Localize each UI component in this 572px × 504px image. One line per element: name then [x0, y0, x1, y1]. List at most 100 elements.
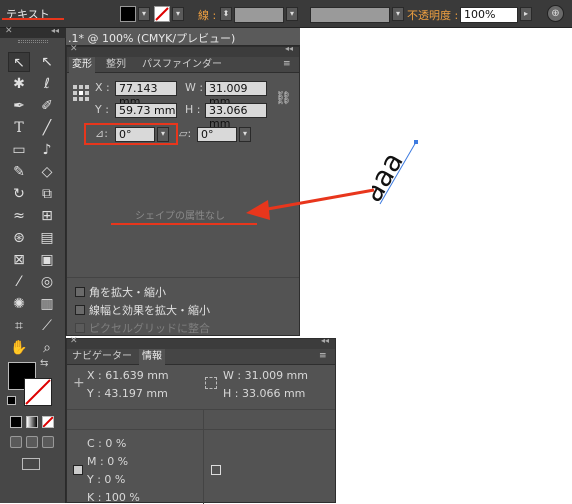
h-label: H :: [185, 103, 201, 116]
column-graph-tool-icon[interactable]: ▥: [36, 294, 58, 314]
direct-selection-tool-icon[interactable]: ↖: [36, 52, 58, 72]
artboard-tool-icon[interactable]: ⌗: [8, 316, 30, 336]
selection-tool-icon[interactable]: ↖: [8, 52, 30, 72]
annotation-arrow: [246, 188, 375, 220]
divider: [67, 429, 335, 430]
scale-corners-checkbox[interactable]: [75, 287, 85, 297]
shear-dropdown[interactable]: ▾: [239, 127, 251, 142]
canvas-text-object[interactable]: aaa: [355, 138, 442, 208]
curvature-tool-icon[interactable]: ✐: [36, 96, 58, 116]
stroke-weight-dropdown[interactable]: ▾: [286, 7, 298, 21]
info-x-value: X : 61.639 mm: [87, 369, 169, 382]
color-mode-icon[interactable]: [10, 416, 22, 428]
blob-brush-tool-icon[interactable]: ✎: [8, 162, 30, 182]
stroke-weight-stepper[interactable]: ⬍: [220, 7, 232, 21]
divider: [67, 277, 299, 278]
x-field[interactable]: 77.143 mm: [115, 81, 177, 108]
width-tool-icon[interactable]: ≈: [8, 206, 30, 226]
perspective-grid-tool-icon[interactable]: ▤: [36, 228, 58, 248]
scale-strokes-checkbox[interactable]: [75, 305, 85, 315]
grip-icon[interactable]: [18, 40, 48, 43]
eyedropper-tool-icon[interactable]: ⁄: [8, 272, 30, 292]
fill-color-swatch-icon: [73, 465, 83, 475]
none-mode-icon[interactable]: [42, 416, 54, 428]
collapse-icon[interactable]: ◂◂: [321, 336, 329, 345]
arrow-shaft: [261, 188, 375, 212]
shape-builder-tool-icon[interactable]: ⊛: [8, 228, 30, 248]
transform-panel-header: ✕ ◂◂: [67, 44, 299, 57]
info-yellow-value: Y : 0 %: [87, 473, 126, 486]
symbol-sprayer-tool-icon[interactable]: ✺: [8, 294, 30, 314]
no-shape-properties-text: シェイプの属性なし: [135, 211, 225, 222]
magic-wand-tool-icon[interactable]: ✱: [8, 74, 30, 94]
tab-navigator[interactable]: ナビゲーター: [69, 349, 135, 365]
opacity-dropdown[interactable]: ▸: [520, 7, 532, 21]
info-panel-tabs: ナビゲーター 情報 ≡: [67, 349, 335, 365]
divider: [67, 409, 335, 410]
x-label: X :: [95, 81, 110, 94]
close-icon[interactable]: ✕: [5, 26, 13, 36]
variable-width-dropdown[interactable]: ▾: [392, 7, 404, 21]
paintbrush-tool-icon[interactable]: ♪: [36, 140, 58, 160]
free-transform-tool-icon[interactable]: ⊞: [36, 206, 58, 226]
stroke-weight-field[interactable]: [234, 7, 284, 23]
stroke-color-box[interactable]: [24, 378, 52, 406]
pen-tool-icon[interactable]: ✒: [8, 96, 30, 116]
stroke-color-swatch-icon: [211, 465, 221, 475]
rectangle-tool-icon[interactable]: ▭: [8, 140, 30, 160]
no-shape-underline-annotation: [111, 223, 257, 225]
tab-info[interactable]: 情報: [139, 349, 165, 365]
gradient-tool-icon[interactable]: ▣: [36, 250, 58, 270]
tab-align[interactable]: 整列: [103, 57, 129, 73]
fill-swatch[interactable]: [120, 6, 136, 22]
zoom-tool-icon[interactable]: ⌕: [36, 338, 58, 358]
rotate-field[interactable]: 0°: [115, 127, 155, 142]
fill-dropdown[interactable]: ▾: [138, 7, 150, 21]
w-field[interactable]: 31.009 mm: [205, 81, 267, 108]
scale-tool-icon[interactable]: ⧉: [36, 184, 58, 204]
opacity-field[interactable]: 100%: [460, 7, 518, 23]
slice-tool-icon[interactable]: ⟋: [36, 316, 58, 336]
rotate-tool-icon[interactable]: ↻: [8, 184, 30, 204]
eraser-tool-icon[interactable]: ◇: [36, 162, 58, 182]
y-field[interactable]: 59.73 mm: [115, 103, 177, 118]
draw-behind-icon[interactable]: [26, 436, 38, 448]
line-segment-tool-icon[interactable]: ╱: [36, 118, 58, 138]
scale-strokes-label: 線幅と効果を拡大・縮小: [89, 304, 210, 317]
default-colors-icon[interactable]: [7, 396, 16, 405]
tab-transform[interactable]: 変形: [69, 57, 95, 73]
close-icon[interactable]: ✕: [70, 336, 78, 346]
tab-pathfinder[interactable]: パスファインダー: [139, 57, 225, 73]
type-tool-icon[interactable]: T: [8, 118, 30, 138]
stroke-dropdown[interactable]: ▾: [172, 7, 184, 21]
tools-panel: ✕ ◂◂ ↖ ↖ ✱ ℓ ✒ ✐ T ╱ ▭ ♪ ✎ ◇ ↻ ⧉ ≈ ⊞ ⊛ ▤…: [0, 26, 66, 503]
rotate-dropdown[interactable]: ▾: [157, 127, 169, 142]
close-icon[interactable]: ✕: [70, 44, 78, 54]
column-divider: [203, 409, 204, 504]
reference-point-icon[interactable]: [73, 85, 89, 101]
rotate-icon: ⊿:: [95, 127, 108, 140]
collapse-icon[interactable]: ◂◂: [285, 44, 293, 53]
no-stroke-icon: [155, 7, 169, 21]
screen-mode-icon[interactable]: [22, 458, 40, 470]
gradient-mode-icon[interactable]: [26, 416, 38, 428]
document-tab[interactable]: .1* @ 100% (CMYK/プレビュー): [66, 28, 300, 46]
blend-tool-icon[interactable]: ◎: [36, 272, 58, 292]
panel-menu-icon[interactable]: ≡: [319, 351, 327, 361]
stroke-swatch[interactable]: [154, 6, 170, 22]
shear-field[interactable]: 0°: [197, 127, 237, 142]
link-icon[interactable]: ⛓: [275, 91, 292, 106]
hand-tool-icon[interactable]: ✋: [8, 338, 30, 358]
draw-normal-icon[interactable]: [10, 436, 22, 448]
transform-panel-tabs: 変形 整列 パスファインダー ≡: [67, 57, 299, 73]
collapse-icon[interactable]: ◂◂: [51, 26, 59, 35]
none-slash-icon: [42, 416, 54, 428]
draw-inside-icon[interactable]: [42, 436, 54, 448]
swap-fill-stroke-icon[interactable]: ⇆: [40, 358, 48, 369]
web-icon[interactable]: ⊕: [547, 5, 564, 22]
lasso-tool-icon[interactable]: ℓ: [36, 74, 58, 94]
panel-menu-icon[interactable]: ≡: [283, 59, 291, 69]
h-field[interactable]: 33.066 mm: [205, 103, 267, 130]
mesh-tool-icon[interactable]: ⊠: [8, 250, 30, 270]
variable-width-field[interactable]: [310, 7, 390, 23]
